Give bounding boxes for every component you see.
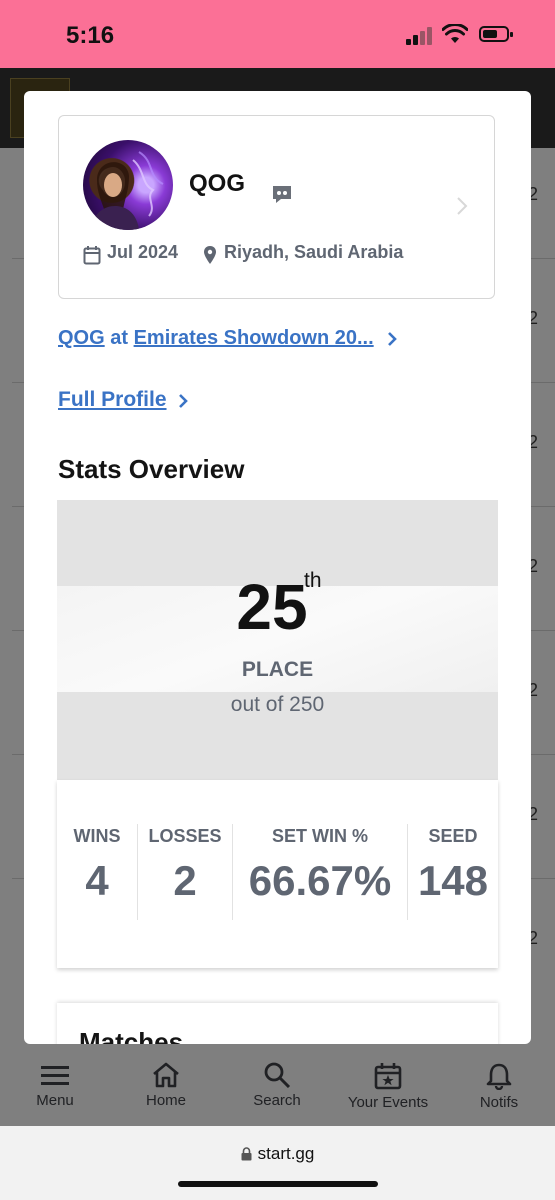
placement-out-of: out of 250 xyxy=(230,693,325,716)
at-text: at xyxy=(110,327,129,349)
browser-address-bar[interactable]: start.gg xyxy=(0,1126,555,1200)
join-date: Jul 2024 xyxy=(107,242,179,262)
stat-value: 66.67% xyxy=(248,857,392,904)
nav-home[interactable]: Home xyxy=(116,1046,216,1109)
url-text: start.gg xyxy=(257,1144,315,1163)
stats-row: WINS 4 LOSSES 2 SET WIN % 66.67% SEED 14… xyxy=(57,780,498,968)
player-modal: QOG Jul 2024 Riyadh, Saudi Arabia QOG at… xyxy=(24,91,531,1044)
nav-search-label: Search xyxy=(253,1092,301,1109)
stat-label: SET WIN % xyxy=(271,826,368,846)
menu-icon xyxy=(41,1066,69,1085)
player-link[interactable]: QOG xyxy=(58,327,105,349)
location-pin-icon xyxy=(204,246,216,264)
player-event-link[interactable]: QOG at Emirates Showdown 20... xyxy=(58,327,398,350)
nav-menu[interactable]: Menu xyxy=(5,1046,105,1109)
battery-icon xyxy=(479,26,513,42)
stat-value: 4 xyxy=(85,857,109,904)
stat-label: SEED xyxy=(428,826,478,846)
player-tag: QOG xyxy=(189,170,246,197)
placement-box: 25 th PLACE out of 250 xyxy=(57,500,498,780)
profile-card[interactable]: QOG Jul 2024 Riyadh, Saudi Arabia xyxy=(58,115,495,299)
cellular-signal-icon xyxy=(406,27,434,45)
discord-icon[interactable] xyxy=(271,184,293,204)
nav-home-label: Home xyxy=(145,1092,186,1109)
chevron-right-icon xyxy=(388,331,398,346)
stat-seed: SEED 148 xyxy=(408,826,498,905)
bell-icon xyxy=(486,1063,512,1090)
nav-notifs-label: Notifs xyxy=(479,1094,519,1111)
stats-overview-heading: Stats Overview xyxy=(58,454,245,484)
nav-search[interactable]: Search xyxy=(227,1046,327,1109)
bottom-nav: Menu Home Search Your Events Notifs xyxy=(0,1046,555,1126)
clock: 5:16 xyxy=(66,22,115,49)
stat-losses: LOSSES 2 xyxy=(138,826,232,905)
matches-card: Matches xyxy=(57,1003,498,1044)
stat-label: WINS xyxy=(73,826,121,846)
lock-icon xyxy=(241,1147,252,1161)
stat-wins: WINS 4 xyxy=(57,826,137,905)
location: Riyadh, Saudi Arabia xyxy=(224,242,404,262)
home-icon xyxy=(153,1062,179,1088)
stat-value: 148 xyxy=(417,857,489,904)
search-icon xyxy=(264,1062,291,1088)
chevron-right-icon xyxy=(179,394,188,408)
nav-menu-label: Menu xyxy=(36,1092,74,1109)
stat-set-win-percent: SET WIN % 66.67% xyxy=(233,826,407,905)
chevron-right-icon xyxy=(457,197,468,215)
placement-value: 25 xyxy=(236,571,308,643)
status-bar: 5:16 xyxy=(0,0,555,68)
stat-label: LOSSES xyxy=(148,826,222,846)
avatar xyxy=(83,140,173,230)
event-link[interactable]: Emirates Showdown 20... xyxy=(134,327,374,349)
nav-notifs[interactable]: Notifs xyxy=(449,1046,549,1111)
wifi-icon xyxy=(442,24,468,43)
nav-your-events[interactable]: Your Events xyxy=(338,1046,438,1111)
home-indicator xyxy=(178,1181,378,1187)
matches-heading: Matches xyxy=(79,1027,184,1044)
placement-suffix: th xyxy=(304,569,322,592)
stat-value: 2 xyxy=(173,857,197,904)
calendar-star-icon xyxy=(374,1063,402,1090)
calendar-icon xyxy=(83,246,101,265)
full-profile-link[interactable]: Full Profile xyxy=(58,388,167,412)
placement-label: PLACE xyxy=(241,658,314,681)
nav-your-events-label: Your Events xyxy=(347,1094,429,1111)
